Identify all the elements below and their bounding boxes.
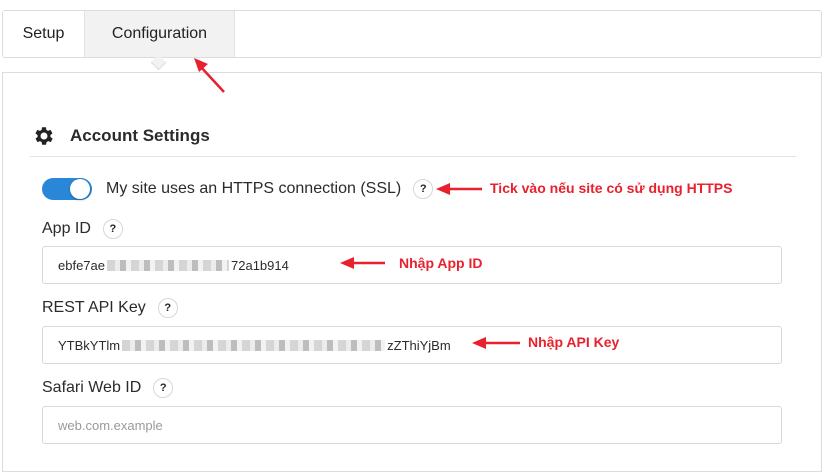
app-id-annotation: Nhập App ID xyxy=(399,255,483,271)
tab-arrow-head xyxy=(194,58,208,72)
ssl-arrow-head xyxy=(436,183,450,195)
api-key-arrow-head xyxy=(472,337,486,349)
ssl-annotation: Tick vào nếu site có sử dụng HTTPS xyxy=(490,180,733,196)
tab-arrow xyxy=(199,65,225,93)
app-id-arrow-head xyxy=(340,257,354,269)
annotation-arrows xyxy=(194,58,520,349)
api-key-annotation: Nhập API Key xyxy=(528,334,620,350)
